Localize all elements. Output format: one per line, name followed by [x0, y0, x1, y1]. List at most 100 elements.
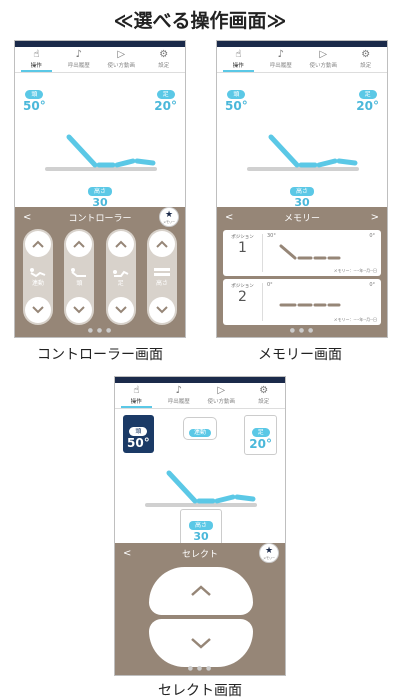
tab-label: 使い方動画 [207, 399, 235, 405]
linked-mode-selector[interactable]: 連動 [183, 417, 218, 440]
tab-how-to-video[interactable]: ▷ 使い方動画 [302, 47, 345, 72]
controller-buttons: 連動 頭 足 高さ [15, 227, 185, 325]
tab-label: 呼出履歴 [67, 63, 90, 69]
prev-arrow-button[interactable]: < [225, 212, 233, 223]
chevron-down-icon [156, 306, 168, 314]
memory-star-button[interactable]: ★ メモリー [259, 543, 279, 563]
tab-call-history[interactable]: ♪ 呼出履歴 [260, 47, 303, 72]
chevron-up-icon [191, 585, 211, 596]
panel-title: セレクト [181, 549, 218, 560]
select-panel: < セレクト > ● ● ● [115, 543, 285, 675]
music-note-icon: ♪ [277, 49, 284, 60]
height-label: 高さ [289, 187, 314, 196]
chevron-up-icon [32, 240, 44, 248]
position-date: メモリー：----年--月--日 [333, 317, 377, 322]
controller-caption: コントローラー画面 [37, 347, 163, 363]
height-down-button[interactable] [148, 297, 175, 323]
tab-label: 操作 [130, 399, 142, 405]
height-up-button[interactable] [148, 231, 175, 257]
memory-position-1-card[interactable]: ポジション 1 30° 0° メモリー：----年--月--日 [223, 230, 381, 276]
page-indicator: ● ● ● [87, 327, 113, 334]
tab-call-history[interactable]: ♪ 呼出履歴 [58, 47, 101, 72]
tab-label: 設定 [158, 63, 170, 69]
hand-icon: ☝ [33, 49, 40, 60]
tab-settings[interactable]: ⚙ 設定 [345, 47, 388, 72]
tab-operation[interactable]: ☝ 操作 [217, 47, 260, 72]
video-play-icon: ▷ [217, 385, 226, 396]
head-down-button[interactable] [66, 297, 93, 323]
chevron-up-icon [73, 240, 86, 248]
next-arrow-button[interactable]: > [371, 212, 379, 223]
head-angle-label: 頭 [227, 90, 246, 99]
star-icon: ★ [164, 209, 174, 220]
page-title: ≪選べる操作画面≫ [113, 10, 287, 32]
tab-how-to-video[interactable]: ▷ 使い方動画 [200, 383, 243, 408]
memory-star-button[interactable]: ★ メモリー [159, 207, 179, 227]
control-label: 高さ [155, 280, 168, 287]
chevron-down-icon [114, 306, 127, 314]
tab-call-history[interactable]: ♪ 呼出履歴 [158, 383, 201, 408]
tab-bar: ☝ 操作 ♪ 呼出履歴 ▷ 使い方動画 ⚙ 設定 [115, 383, 285, 409]
position-date: メモリー：----年--月--日 [333, 268, 377, 273]
control-head: 頭 [64, 229, 95, 325]
tab-settings[interactable]: ⚙ 設定 [243, 383, 286, 408]
controller-screen: ☝ 操作 ♪ 呼出履歴 ▷ 使い方動画 ⚙ 設定 頭 50° 足 20° 高さ 30 c… [14, 40, 186, 338]
foot-up-button[interactable] [107, 231, 134, 257]
chevron-down-icon [191, 638, 211, 649]
controller-panel: < コントローラー > 連動 頭 [15, 207, 185, 337]
gear-icon: ⚙ [159, 49, 169, 60]
height-value: 30 [193, 530, 209, 543]
bed-diagram [145, 470, 257, 507]
select-up-button[interactable] [149, 567, 253, 615]
tab-settings[interactable]: ⚙ 設定 [143, 47, 186, 72]
foot-angle-value: 20° [356, 99, 379, 113]
chevron-up-icon [156, 240, 168, 248]
foot-angle-label: 足 [358, 90, 377, 99]
position-foot-angle: 0° [369, 282, 375, 288]
head-angle: 頭 50° [225, 81, 248, 113]
linked-bed-icon [30, 268, 46, 277]
position-head-angle: 0° [267, 282, 273, 288]
linked-down-button[interactable] [25, 297, 51, 323]
panel-title: メモリー [283, 213, 320, 224]
foot-angle-value: 20° [154, 99, 177, 113]
position-number: 2 [238, 289, 247, 305]
head-angle-selector[interactable]: 頭 50° [123, 415, 154, 453]
chevron-up-icon [114, 240, 127, 248]
head-angle-label: 頭 [25, 90, 44, 99]
foot-angle-selector[interactable]: 足 20° [244, 415, 277, 455]
tab-bar: ☝ 操作 ♪ 呼出履歴 ▷ 使い方動画 ⚙ 設定 [15, 47, 185, 73]
hand-icon: ☝ [133, 385, 140, 396]
foot-angle-label: 足 [251, 428, 270, 437]
prev-arrow-button[interactable]: < [123, 548, 131, 559]
control-label: 頭 [76, 280, 83, 287]
memory-caption: メモリー画面 [258, 347, 342, 363]
memory-position-2-card[interactable]: ポジション 2 0° 0° メモリー：----年--月--日 [223, 279, 381, 325]
position-bed-diagram [279, 244, 341, 260]
control-label: 足 [117, 280, 124, 287]
foot-raise-icon [112, 270, 129, 277]
head-up-button[interactable] [66, 231, 93, 257]
linked-up-button[interactable] [25, 231, 51, 257]
select-down-button[interactable] [149, 619, 253, 667]
tab-label: 使い方動画 [107, 63, 135, 69]
page-indicator: ● ● ● [187, 665, 213, 672]
memory-button-label: メモリー [162, 219, 175, 224]
memory-button-label: メモリー [262, 555, 275, 560]
foot-down-button[interactable] [107, 297, 134, 323]
music-note-icon: ♪ [175, 385, 182, 396]
bed-diagram [247, 134, 359, 171]
foot-angle: 足 20° [154, 81, 177, 113]
gear-icon: ⚙ [361, 49, 371, 60]
hand-icon: ☝ [235, 49, 242, 60]
bed-diagram [45, 134, 157, 171]
tab-operation[interactable]: ☝ 操作 [115, 383, 158, 408]
bed-status-panel: 頭 50° 足 20° 高さ 30 cm ★ メモリー [15, 73, 185, 227]
chevron-down-icon [32, 306, 44, 314]
control-label: 連動 [31, 280, 44, 287]
head-angle-label: 頭 [129, 427, 148, 436]
position-head-angle: 30° [267, 233, 276, 239]
tab-operation[interactable]: ☝ 操作 [15, 47, 58, 72]
tab-how-to-video[interactable]: ▷ 使い方動画 [100, 47, 143, 72]
prev-arrow-button[interactable]: < [23, 212, 31, 223]
